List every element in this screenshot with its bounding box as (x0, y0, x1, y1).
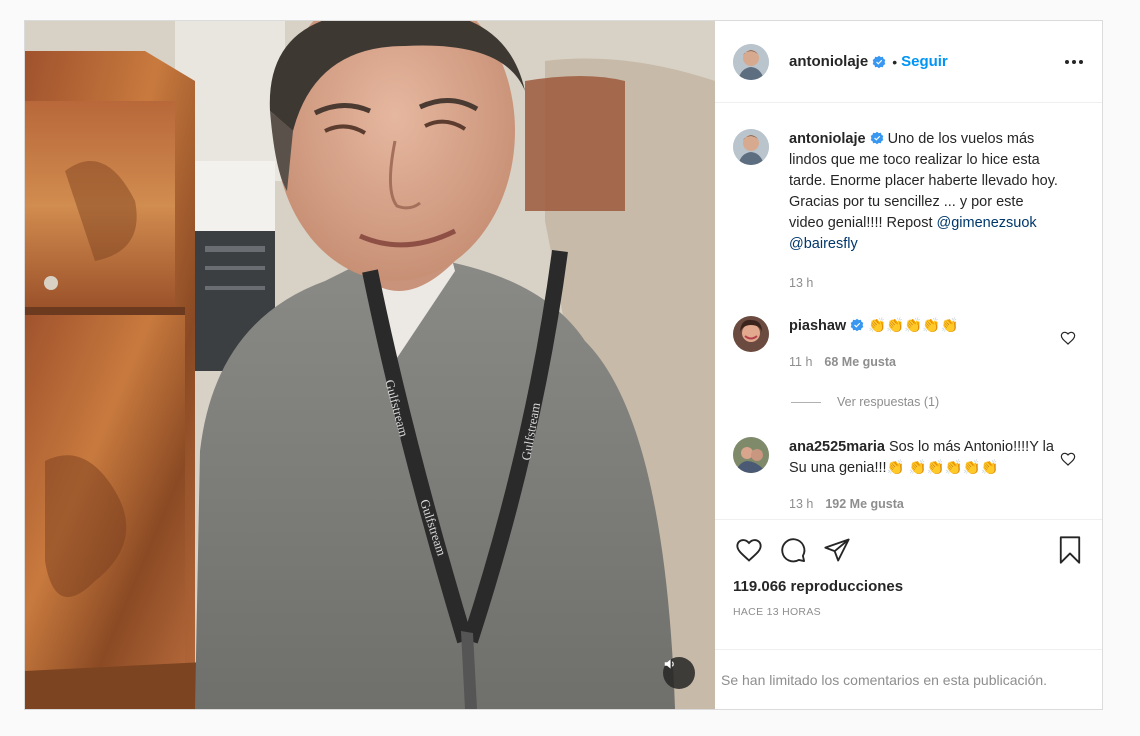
caption-avatar[interactable] (733, 129, 769, 165)
verified-badge-icon (872, 55, 886, 68)
comment-text: 👏👏👏👏👏 (864, 318, 959, 334)
comments-limited-notice: Se han limitado los comentarios en esta … (715, 649, 1102, 709)
comment-icon (781, 538, 806, 563)
comment-meta: 13 h 192 Me gusta (789, 494, 1059, 515)
caption-username[interactable]: antoniolaje (789, 131, 866, 147)
comment-meta: 11 h 68 Me gusta (789, 352, 1059, 373)
comment-time[interactable]: 11 h (789, 355, 812, 369)
caption-body: antoniolaje Uno de los vuelos más lindos… (789, 129, 1059, 294)
heart-icon (736, 539, 762, 562)
mention-link[interactable]: @bairesfly (789, 236, 858, 252)
comment-button[interactable] (777, 534, 809, 566)
share-icon (824, 538, 850, 562)
comment-username[interactable]: piashaw (789, 318, 846, 334)
separator-dot: • (892, 53, 898, 70)
avatar-image (733, 43, 769, 80)
commenter-avatar[interactable] (733, 316, 769, 352)
like-button[interactable] (733, 534, 765, 566)
comment-likes[interactable]: 192 Me gusta (825, 497, 904, 511)
replies-divider (791, 401, 821, 403)
author-username[interactable]: antoniolaje (789, 53, 868, 70)
comment-body: piashaw 👏👏👏👏👏 11 h 68 Me gusta (789, 316, 1059, 373)
avatar-image (733, 437, 769, 473)
more-options-button[interactable] (1062, 50, 1086, 74)
comments-section: antoniolaje Uno de los vuelos más lindos… (715, 103, 1102, 519)
post-timestamp[interactable]: HACE 13 HORAS (733, 606, 1086, 618)
view-replies-button[interactable]: Ver respuestas (1) (791, 395, 1086, 409)
action-icons (733, 520, 1086, 576)
instagram-post: Gulfstream Gulfstream Gulfstream antonio… (24, 20, 1103, 710)
video-frame: Gulfstream Gulfstream Gulfstream (25, 21, 715, 709)
post-header: antoniolaje • Seguir (715, 21, 1102, 103)
bookmark-icon (1059, 536, 1081, 564)
comment-like-heart-icon[interactable] (1060, 451, 1076, 467)
comment-time[interactable]: 13 h (789, 497, 813, 511)
verified-badge-icon (870, 131, 883, 145)
save-button[interactable] (1054, 534, 1086, 566)
post-video[interactable]: Gulfstream Gulfstream Gulfstream (25, 21, 715, 709)
comment-item: ana2525maria Sos lo más Antonio!!!!Y la … (733, 437, 1086, 515)
follow-button[interactable]: Seguir (901, 53, 948, 70)
more-options-icon (1065, 59, 1083, 64)
caption-time[interactable]: 13 h (789, 276, 813, 290)
avatar-image (733, 129, 769, 165)
verified-badge-icon (850, 318, 864, 332)
caption: antoniolaje Uno de los vuelos más lindos… (733, 129, 1086, 294)
comment-username[interactable]: ana2525maria (789, 439, 885, 455)
commenter-avatar[interactable] (733, 437, 769, 473)
view-count[interactable]: 119.066 reproducciones (733, 578, 1086, 595)
caption-meta: 13 h (789, 273, 1059, 294)
avatar-image (733, 316, 769, 352)
speaker-icon (664, 659, 674, 669)
share-button[interactable] (821, 534, 853, 566)
comment-like-heart-icon[interactable] (1060, 330, 1076, 346)
post-side-panel: antoniolaje • Seguir antoniolaje Uno de … (715, 21, 1102, 709)
view-replies-label: Ver respuestas (1) (837, 395, 940, 409)
comment-likes[interactable]: 68 Me gusta (824, 355, 896, 369)
comment-item: piashaw 👏👏👏👏👏 11 h 68 Me gusta (733, 316, 1086, 373)
author-avatar[interactable] (733, 43, 769, 80)
mention-link[interactable]: @gimenezsuok (937, 215, 1037, 231)
comment-body: ana2525maria Sos lo más Antonio!!!!Y la … (789, 437, 1059, 515)
mute-toggle-button[interactable] (663, 657, 695, 689)
post-actions: 119.066 reproducciones HACE 13 HORAS (715, 519, 1102, 649)
